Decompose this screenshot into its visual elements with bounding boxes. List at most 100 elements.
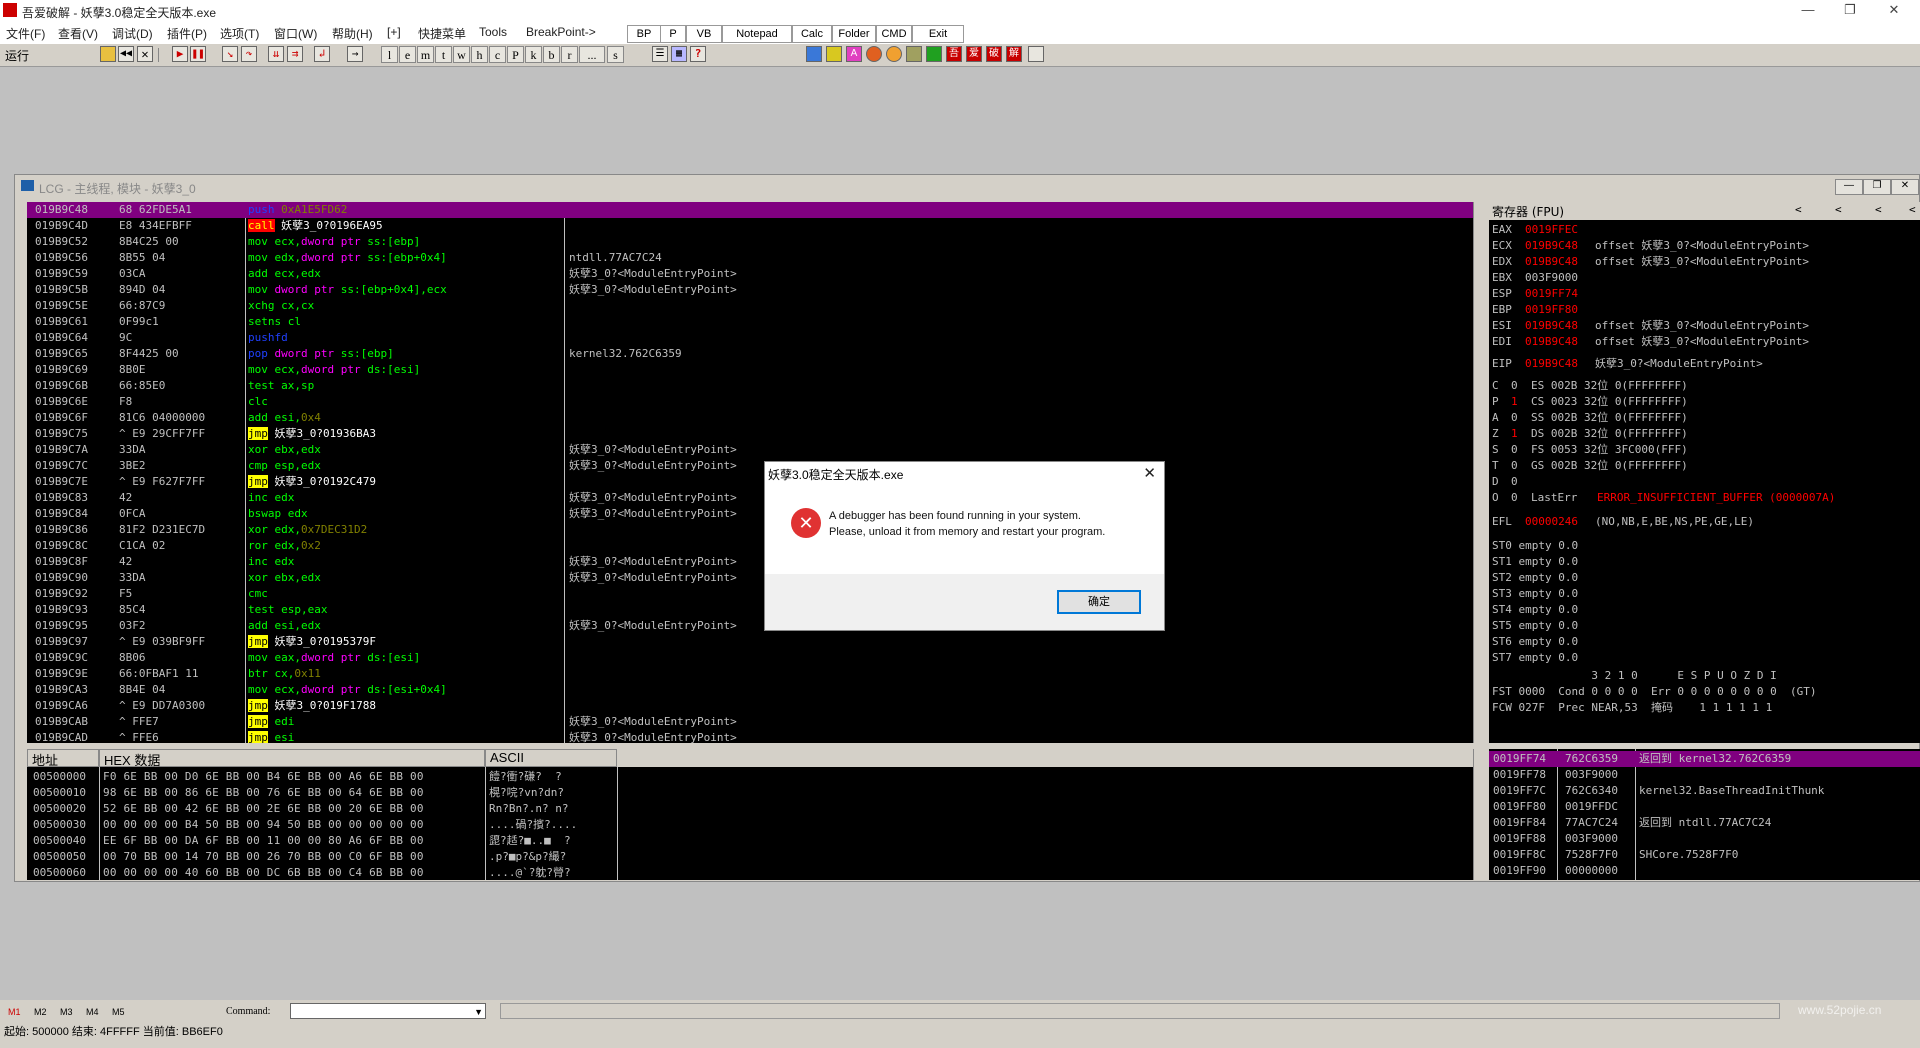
disasm-row[interactable]: 019B9C8C C1CA 02 ror edx,0x2 <box>27 538 1473 554</box>
quick-vb-button[interactable]: VB <box>686 25 722 43</box>
plugin-target-icon[interactable] <box>886 46 902 62</box>
execute-till-return-icon[interactable]: ↲ <box>314 46 330 62</box>
plugin-blue-icon[interactable] <box>806 46 822 62</box>
plugin-blank-icon[interactable] <box>1028 46 1044 62</box>
disasm-row[interactable]: 019B9C6B 66:85E0 test ax,sp <box>27 378 1473 394</box>
reg-nav-left-4[interactable]: < <box>1909 203 1916 216</box>
disasm-row[interactable]: 019B9CA3 8B4E 04 mov ecx,dword ptr ds:[esi… <box>27 682 1473 698</box>
disasm-row[interactable]: 019B9C93 85C4 test esp,eax <box>27 602 1473 618</box>
menu-shortcuts[interactable]: 快捷菜单 <box>418 25 466 42</box>
help-icon[interactable]: ? <box>690 46 706 62</box>
register-value[interactable]: 019B9C48 <box>1525 334 1578 350</box>
efl-value[interactable]: 00000246 <box>1525 514 1578 530</box>
quick-bp-button[interactable]: BP <box>627 25 661 43</box>
plugin-yellow-icon[interactable] <box>826 46 842 62</box>
menu-window[interactable]: 窗口(W) <box>274 25 317 42</box>
grid-icon[interactable]: ▦ <box>671 46 687 62</box>
list-icon[interactable]: ☰ <box>652 46 668 62</box>
disasm-row[interactable]: 019B9C7E ^ E9 F627F7FF jmp 妖孽3_0?0192C479 <box>27 474 1473 490</box>
flag-value[interactable]: 0 <box>1511 474 1518 490</box>
disasm-row[interactable]: 019B9C92 F5 cmc <box>27 586 1473 602</box>
disasm-row[interactable]: 019B9C52 8B4C25 00 mov ecx,dword ptr ss:[e… <box>27 234 1473 250</box>
reg-nav-left-3[interactable]: < <box>1875 203 1882 216</box>
stack-row[interactable]: 0019FF90 00000000 <box>1489 863 1920 879</box>
disasm-row[interactable]: 019B9C7C 3BE2 cmp esp,edx 妖孽3_0?<ModuleEntr… <box>27 458 1473 474</box>
stack-row[interactable]: 0019FF78 003F9000 <box>1489 767 1920 783</box>
stack-row[interactable]: 0019FF88 003F9000 <box>1489 831 1920 847</box>
stack-row[interactable]: 0019FF74 762C6359 返回到 kernel32.762C6359 <box>1489 751 1920 767</box>
register-value[interactable]: 019B9C48 <box>1525 254 1578 270</box>
references-button[interactable]: r <box>561 46 578 63</box>
cpu-minimize-button[interactable]: — <box>1835 179 1863 195</box>
cpu-maximize-button[interactable]: ❐ <box>1863 179 1891 195</box>
close-program-icon[interactable]: ✕ <box>137 46 153 62</box>
dump-header-address[interactable]: 地址 <box>27 749 99 768</box>
dump-scrollbar[interactable] <box>1473 749 1488 880</box>
flag-value[interactable]: 0 <box>1511 410 1518 426</box>
disasm-row[interactable]: 019B9C8F 42 inc edx 妖孽3_0?<ModuleEntryPoint… <box>27 554 1473 570</box>
cpu-close-button[interactable]: ✕ <box>1891 179 1919 195</box>
dump-row[interactable]: 00500020 52 6E BB 00 42 6E BB 00 2E 6E BB… <box>27 801 1473 817</box>
callstack-button[interactable]: k <box>525 46 542 63</box>
disasm-row[interactable]: 019B9C4D E8 434EFBFF call 妖孽3_0?0196EA95 <box>27 218 1473 234</box>
menu-help[interactable]: 帮助(H) <box>332 25 373 42</box>
disasm-row[interactable]: 019B9CA6 ^ E9 DD7A0300 jmp 妖孽3_0?019F1788 <box>27 698 1473 714</box>
disasm-row[interactable]: 019B9C5B 894D 04 mov dword ptr ss:[ebp+0x4… <box>27 282 1473 298</box>
register-value[interactable]: 0019FF74 <box>1525 286 1578 302</box>
flag-value[interactable]: 0 <box>1511 442 1518 458</box>
bookmark-m3[interactable]: M3 <box>60 1004 73 1020</box>
menu-view[interactable]: 查看(V) <box>58 25 98 42</box>
bookmark-m5[interactable]: M5 <box>112 1004 125 1020</box>
windows-button[interactable]: w <box>453 46 470 63</box>
minimize-button[interactable]: — <box>1788 2 1828 17</box>
plugin-ai-icon[interactable]: 爱 <box>966 46 982 62</box>
disasm-row[interactable]: 019B9C56 8B55 04 mov edx,dword ptr ss:[ebp… <box>27 250 1473 266</box>
plugin-box-icon[interactable] <box>906 46 922 62</box>
stack-row[interactable]: 0019FF80 0019FFDC <box>1489 799 1920 815</box>
run-trace-button[interactable]: ... <box>579 46 605 63</box>
menu-options[interactable]: 选项(T) <box>220 25 259 42</box>
dialog-ok-button[interactable]: 确定 <box>1057 590 1141 614</box>
command-input[interactable]: ▼ <box>290 1003 486 1019</box>
cpu-button[interactable]: c <box>489 46 506 63</box>
step-over-icon[interactable]: ↷ <box>241 46 257 62</box>
stack-row[interactable]: 0019FF8C 7528F7F0 SHCore.7528F7F0 <box>1489 847 1920 863</box>
register-value[interactable]: 0019FFEC <box>1525 222 1578 238</box>
menu-file[interactable]: 文件(F) <box>6 25 45 42</box>
threads-button[interactable]: t <box>435 46 452 63</box>
disasm-row[interactable]: 019B9CAB ^ FFE7 jmp edi 妖孽3_0?<ModuleEntryP… <box>27 714 1473 730</box>
memory-button[interactable]: m <box>417 46 434 63</box>
reg-nav-left-2[interactable]: < <box>1835 203 1842 216</box>
trace-over-icon[interactable]: ⇉ <box>287 46 303 62</box>
disasm-row[interactable]: 019B9C97 ^ E9 039BF9FF jmp 妖孽3_0?0195379F <box>27 634 1473 650</box>
close-button[interactable]: ✕ <box>1874 2 1914 18</box>
plugin-jie-icon[interactable]: 解 <box>1006 46 1022 62</box>
disasm-row[interactable]: 019B9CAD ^ FFE6 jmp esi 妖孽3_0?<ModuleEntryP… <box>27 730 1473 743</box>
breakpoints-button[interactable]: b <box>543 46 560 63</box>
quick-folder-button[interactable]: Folder <box>832 25 876 43</box>
menu-plus[interactable]: [+] <box>387 25 401 39</box>
bookmark-m2[interactable]: M2 <box>34 1004 47 1020</box>
dump-row[interactable]: 00500050 00 70 BB 00 14 70 BB 00 26 70 BB… <box>27 849 1473 865</box>
dump-row[interactable]: 00500040 EE 6F BB 00 DA 6F BB 00 11 00 00… <box>27 833 1473 849</box>
stack-row[interactable]: 0019FF84 77AC7C24 返回到 ntdll.77AC7C24 <box>1489 815 1920 831</box>
pause-icon[interactable]: ❚❚ <box>190 46 206 62</box>
modules-button[interactable]: e <box>399 46 416 63</box>
register-value[interactable]: 019B9C48 <box>1525 238 1578 254</box>
quick-cmd-button[interactable]: CMD <box>876 25 912 43</box>
memory-dump-pane[interactable]: 00500000 F0 6E BB 00 D0 6E BB 00 B4 6E BB… <box>27 767 1473 880</box>
run-icon[interactable]: ▶ <box>172 46 188 62</box>
dump-row[interactable]: 00500060 00 00 00 00 40 60 BB 00 DC 6B BB… <box>27 865 1473 880</box>
register-value[interactable]: 0019FF80 <box>1525 302 1578 318</box>
menu-plugins[interactable]: 插件(P) <box>167 25 207 42</box>
flag-value[interactable]: 1 <box>1511 394 1518 410</box>
dump-header-ascii[interactable]: ASCII <box>485 749 617 767</box>
menu-breakpoint[interactable]: BreakPoint-> <box>526 25 596 39</box>
restart-icon[interactable]: ◀◀ <box>118 46 134 62</box>
disasm-row[interactable]: 019B9C83 42 inc edx 妖孽3_0?<ModuleEntryPoint… <box>27 490 1473 506</box>
disassembly-scrollbar[interactable] <box>1473 202 1488 743</box>
dump-row[interactable]: 00500030 00 00 00 00 B4 50 BB 00 94 50 BB… <box>27 817 1473 833</box>
disassembly-pane[interactable]: 019B9C48 68 62FDE5A1 push 0xA1E5FD62 019B9C… <box>27 202 1473 743</box>
patches-button[interactable]: P <box>507 46 524 63</box>
flag-value[interactable]: 0 <box>1511 458 1518 474</box>
